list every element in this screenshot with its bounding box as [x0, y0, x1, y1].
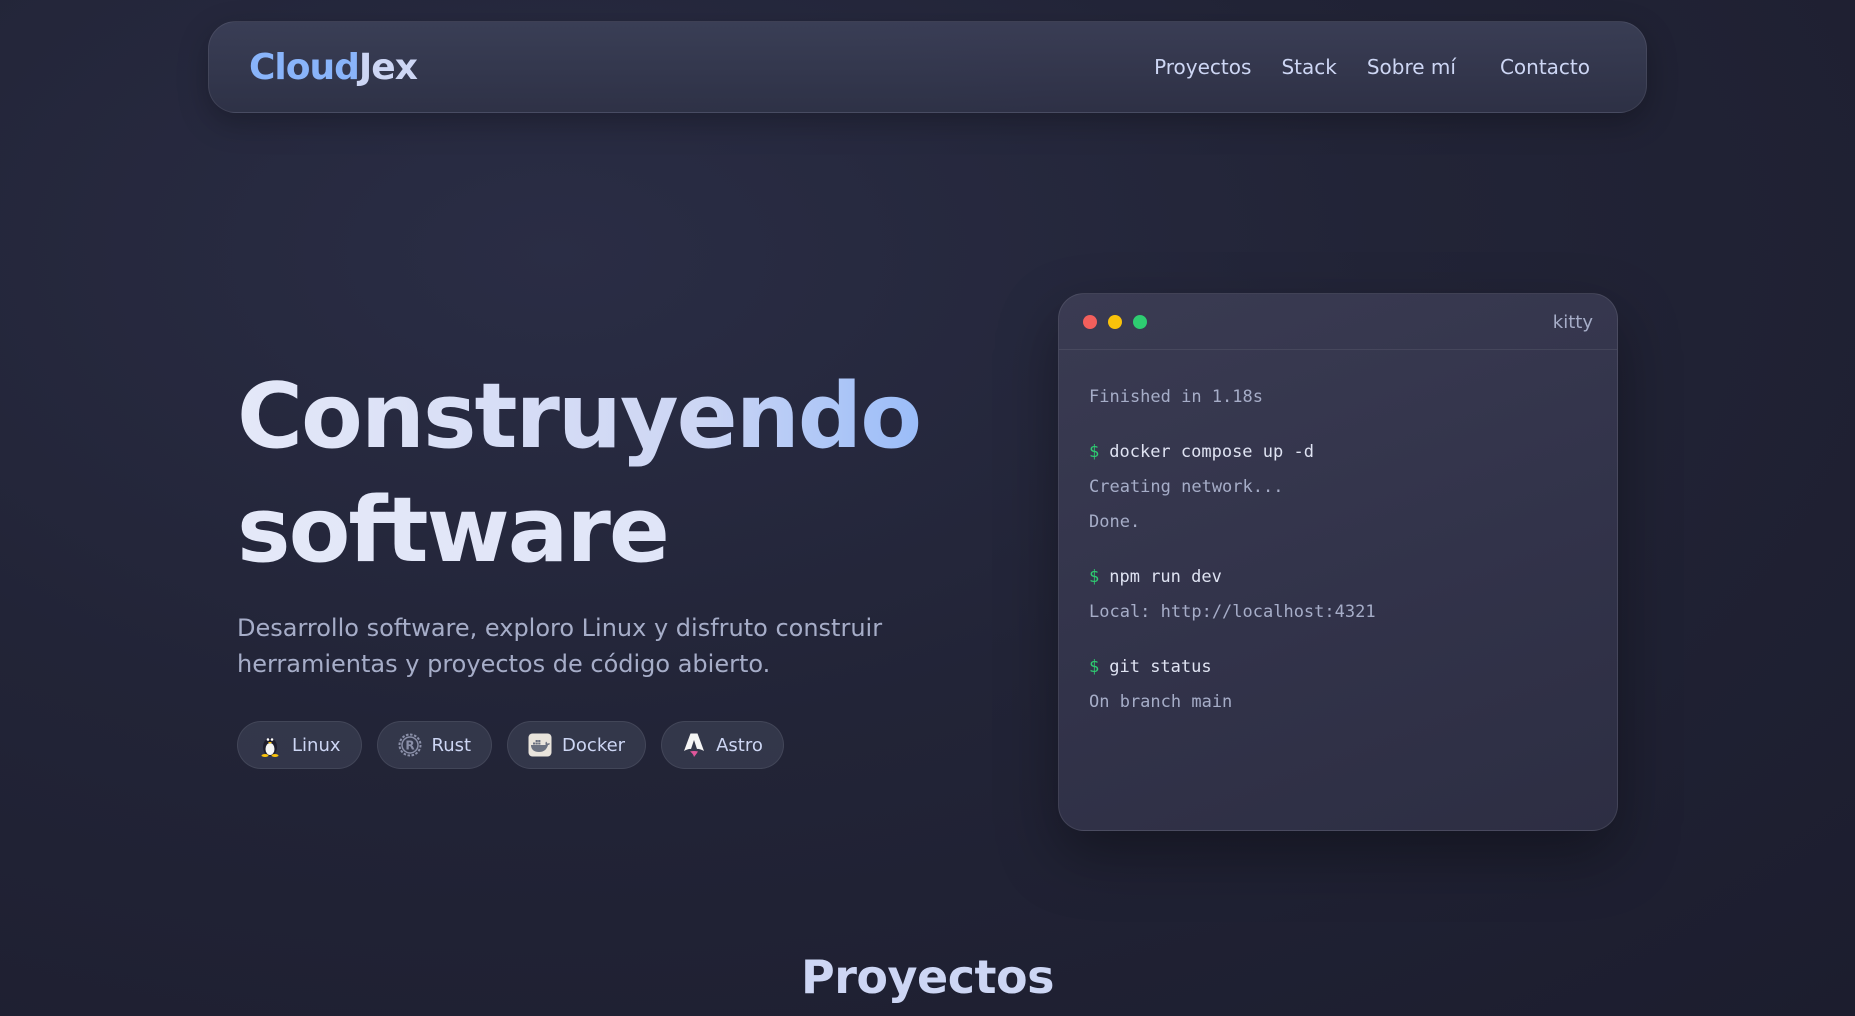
svg-text:R: R [405, 739, 414, 753]
terminal-output-line: On branch main [1089, 692, 1233, 712]
terminal-titlebar: kitty [1059, 294, 1617, 350]
hero-title-line1: Construyendo [237, 360, 997, 474]
terminal-title: kitty [1552, 312, 1593, 333]
nav-link-contacto[interactable]: Contacto [1500, 55, 1590, 79]
prompt-symbol: $ [1089, 657, 1100, 677]
linux-tux-icon [258, 733, 282, 757]
chip-astro-label: Astro [716, 734, 763, 756]
logo[interactable]: CloudJex [249, 46, 418, 88]
nav-link-proyectos[interactable]: Proyectos [1154, 55, 1251, 79]
terminal-command-line: $ npm run dev [1089, 560, 1587, 595]
terminal-output-line: Creating network... [1089, 477, 1284, 497]
hero-title-line2: software [237, 474, 997, 588]
chip-rust[interactable]: R Rust [376, 721, 493, 769]
hero-subtitle: Desarrollo software, exploro Linux y dis… [237, 614, 883, 678]
maximize-dot-icon[interactable] [1133, 314, 1147, 329]
terminal-command: git status [1109, 657, 1212, 677]
chip-linux[interactable]: Linux [237, 721, 362, 769]
navbar: CloudJex Proyectos Stack Sobre mí Contac… [208, 21, 1647, 113]
hero-title: Construyendo software [237, 360, 997, 588]
chip-docker-label: Docker [562, 734, 626, 756]
terminal-output-line: Done. [1089, 512, 1141, 532]
nav-menu: Proyectos Stack Sobre mí Contacto [1154, 55, 1590, 79]
logo-jex: Jex [358, 46, 418, 88]
terminal-command-line: $ git status [1089, 650, 1587, 685]
terminal-output-line: Local: http://localhost:4321 [1089, 602, 1376, 622]
tech-chips: Linux R Rust Docker Astro [237, 721, 784, 769]
chip-rust-label: Rust [431, 734, 472, 756]
logo-cloud: Cloud [249, 46, 360, 88]
rust-icon: R [398, 733, 422, 757]
prompt-symbol: $ [1089, 567, 1100, 587]
nav-link-sobre-mi[interactable]: Sobre mí [1367, 55, 1456, 79]
nav-link-stack[interactable]: Stack [1281, 55, 1336, 79]
chip-astro[interactable]: Astro [661, 721, 784, 769]
chip-docker[interactable]: Docker [507, 721, 647, 769]
prompt-symbol: $ [1089, 442, 1100, 462]
terminal-window: kitty Finished in 1.18s $ docker compose … [1058, 293, 1618, 831]
astro-icon [682, 733, 706, 757]
chip-linux-label: Linux [292, 734, 341, 756]
terminal-output-line: Finished in 1.18s [1089, 387, 1263, 407]
terminal-command-line: $ docker compose up -d [1089, 435, 1587, 470]
terminal-body: Finished in 1.18s $ docker compose up -d … [1059, 350, 1617, 750]
terminal-command: docker compose up -d [1109, 442, 1314, 462]
terminal-command: npm run dev [1109, 567, 1222, 587]
section-title-proyectos: Proyectos [801, 950, 1054, 1004]
docker-icon [528, 733, 552, 757]
minimize-dot-icon[interactable] [1108, 314, 1122, 329]
close-dot-icon[interactable] [1083, 314, 1097, 329]
